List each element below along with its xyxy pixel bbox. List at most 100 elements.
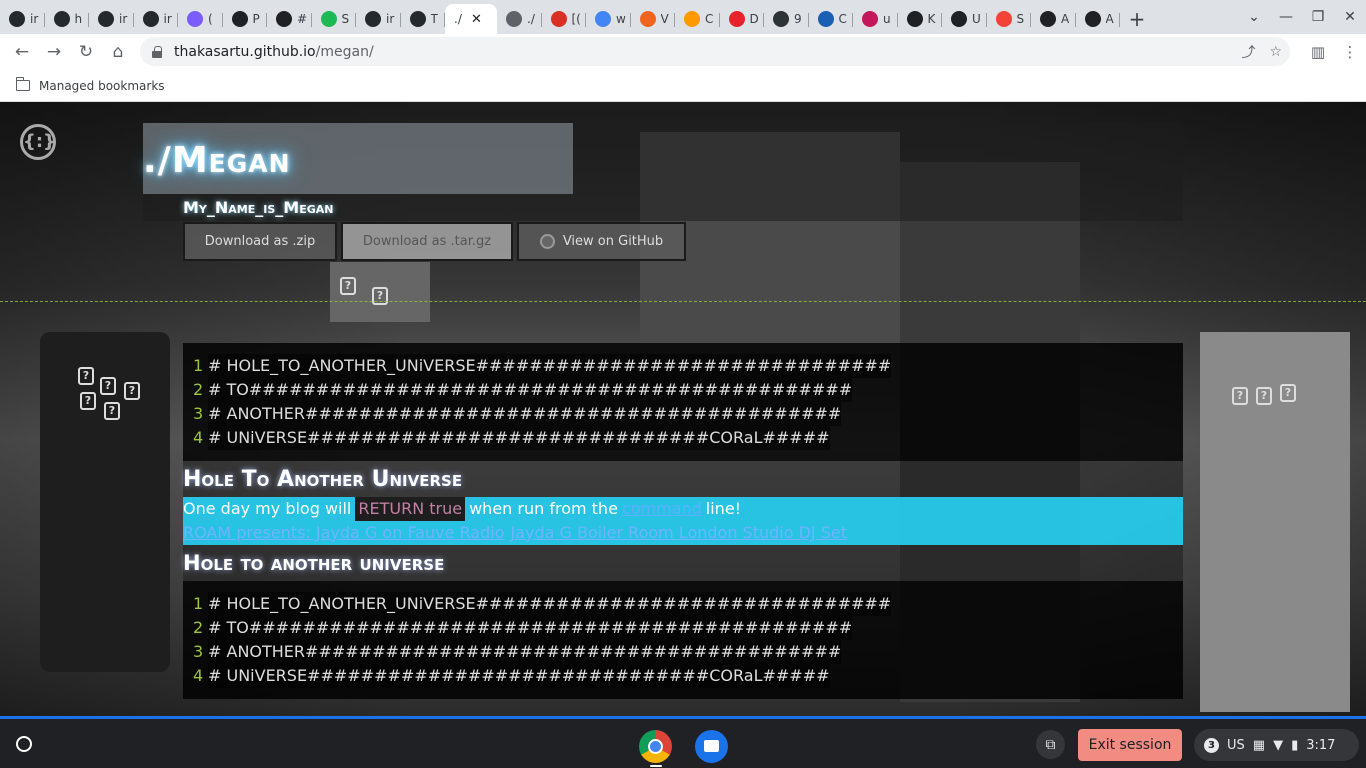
back-icon[interactable]: ← — [6, 36, 38, 68]
screen-capture-icon[interactable]: ⧉ — [1036, 730, 1065, 759]
page-viewport: ? ? ? ? ? ? ? ? ? ? {:} ./Megan My_Name_… — [0, 102, 1366, 716]
gmail-icon — [550, 11, 567, 27]
tab-title: w — [616, 12, 626, 26]
browser-tab[interactable]: C — [675, 4, 720, 34]
github-icon — [53, 11, 70, 27]
codepen-icon — [1084, 11, 1101, 27]
browser-tab[interactable]: D — [720, 4, 764, 34]
download-tar-button[interactable]: Download as .tar.gz — [341, 222, 513, 261]
browser-tab[interactable]: h — [45, 4, 89, 34]
home-icon[interactable]: ⌂ — [102, 36, 134, 68]
url-path: /megan/ — [315, 43, 374, 60]
section-heading: Hole To Another Universe — [183, 461, 1183, 497]
browser-tab[interactable]: ./ ✕ — [445, 4, 497, 34]
browser-tab[interactable]: P — [223, 4, 267, 34]
minimize-icon[interactable]: — — [1270, 9, 1302, 25]
restore-icon[interactable]: ❐ — [1302, 9, 1334, 25]
browser-tab[interactable]: T — [401, 4, 445, 34]
tab-title: ir — [386, 12, 395, 26]
new-tab-button[interactable]: + — [1122, 4, 1152, 34]
question-sign: ? — [80, 392, 96, 410]
browser-tab[interactable]: ir — [134, 4, 178, 34]
tab-title: S — [1016, 12, 1025, 26]
address-bar[interactable]: thakasartu.github.io/megan/ ⤴ ☆ — [140, 37, 1290, 66]
side-panel-icon[interactable]: ▥ — [1302, 43, 1334, 61]
browser-tab[interactable]: V — [631, 4, 675, 34]
jayda-fauve-link[interactable]: ROAM presents: Jayda G on Fauve Radio — [183, 521, 504, 545]
browser-tab[interactable]: ir — [89, 4, 134, 34]
tab-title: K — [927, 12, 936, 26]
tab-search-icon[interactable]: ⌄ — [1238, 9, 1270, 25]
jayda-boiler-room-link[interactable]: Jayda G Boiler Room London Studio DJ Set — [510, 521, 847, 545]
exit-session-button[interactable]: Exit session — [1078, 729, 1182, 761]
browser-tab[interactable]: A — [1076, 4, 1120, 34]
share-icon[interactable]: ⤴ — [1241, 42, 1255, 62]
app-icon — [906, 11, 923, 27]
links-row: ROAM presents: Jayda G on Fauve Radio Ja… — [183, 521, 847, 545]
battery-icon: ▮ — [1291, 737, 1299, 753]
download-zip-button[interactable]: Download as .zip — [183, 222, 337, 261]
github-icon — [365, 11, 381, 27]
managed-bookmarks[interactable]: Managed bookmarks — [39, 79, 165, 93]
launcher-icon[interactable] — [16, 736, 32, 752]
browser-tab[interactable]: ./ — [497, 4, 542, 34]
browser-tab[interactable]: u — [853, 4, 898, 34]
question-sign: ? — [124, 382, 140, 400]
browser-tab[interactable]: ir — [0, 4, 45, 34]
bookmark-star-icon[interactable]: ☆ — [1269, 44, 1282, 60]
tab-title: ir — [119, 12, 128, 26]
browser-tab[interactable]: ( — [178, 4, 223, 34]
code-line: 2 # TO###################################… — [193, 378, 1173, 402]
tab-title: C — [838, 12, 847, 26]
browser-tab[interactable]: S — [312, 4, 356, 34]
github-icon — [98, 11, 114, 27]
question-sign: ? — [104, 402, 120, 420]
close-window-icon[interactable]: ✕ — [1334, 9, 1366, 25]
code-line: 3 # ANOTHER##############################… — [193, 402, 1173, 426]
browser-tab[interactable]: ir — [356, 4, 401, 34]
code-block: 1 # HOLE_TO_ANOTHER_UNiVERSE#############… — [183, 581, 1183, 699]
codepen-icon — [231, 11, 248, 27]
inline-code: RETURN true — [355, 497, 466, 521]
browser-tab[interactable]: C — [809, 4, 853, 34]
tab-title: S — [341, 12, 350, 26]
reload-icon[interactable]: ↻ — [70, 36, 102, 68]
chrome-app-icon[interactable] — [639, 730, 672, 763]
browser-tab[interactable]: # — [267, 4, 312, 34]
running-indicator — [650, 765, 662, 767]
codepen-icon — [276, 11, 292, 27]
browser-tab[interactable]: K — [898, 4, 942, 34]
baseline-guide — [0, 301, 1366, 302]
code-line: 1 # HOLE_TO_ANOTHER_UNiVERSE#############… — [193, 354, 1173, 378]
view-github-label: View on GitHub — [562, 234, 664, 249]
browser-tab[interactable]: 9 — [764, 4, 809, 34]
tab-title: A — [1105, 12, 1114, 26]
tab-title: A — [1061, 12, 1070, 26]
view-github-button[interactable]: View on GitHub — [517, 222, 686, 261]
files-app-icon[interactable] — [695, 730, 728, 763]
url-host: thakasartu.github.io — [174, 43, 316, 60]
browser-tab[interactable]: [( — [542, 4, 586, 34]
tab-title: [( — [571, 12, 581, 26]
command-link[interactable]: command — [622, 497, 702, 521]
tab-title: T — [430, 12, 438, 26]
browser-tab[interactable]: A — [1031, 4, 1076, 34]
locale-label: US — [1227, 737, 1245, 753]
browser-tab[interactable]: S — [987, 4, 1031, 34]
kraken-icon — [187, 11, 203, 27]
tabs-container: ir h ir ir (P # Sir T ./ ✕ ./ [(w V C D 9 Cu K U S A A + — [0, 4, 1152, 34]
lock-icon[interactable] — [152, 46, 162, 58]
tab-title: D — [749, 12, 759, 26]
question-sign: ? — [78, 367, 94, 385]
forward-icon[interactable]: → — [38, 36, 70, 68]
menu-icon[interactable]: ⋮ — [1334, 43, 1366, 61]
browser-tab[interactable]: U — [942, 4, 987, 34]
question-sign: ? — [1232, 387, 1248, 405]
browser-tab[interactable]: w — [586, 4, 631, 34]
close-tab-icon[interactable]: ✕ — [471, 12, 482, 27]
tab-title: u — [883, 12, 891, 26]
system-tray[interactable]: 3 US ▦ ▼ ▮ 3:17 — [1194, 729, 1359, 761]
code-line: 3 # ANOTHER##############################… — [193, 640, 1173, 664]
code-line: 4 # UNiVERSE#############################… — [193, 426, 1173, 450]
site-logo[interactable]: {:} — [20, 124, 56, 160]
